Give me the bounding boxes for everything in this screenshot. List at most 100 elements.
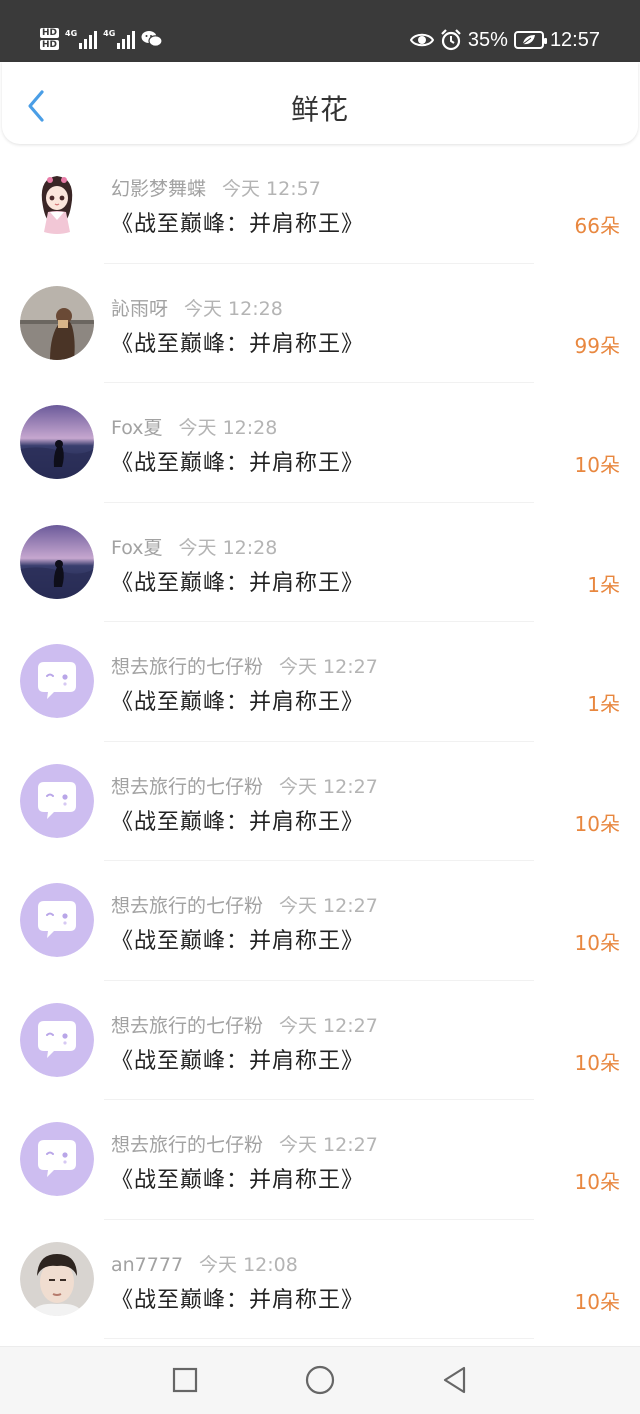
item-meta: 想去旅行的七仔粉 今天 12:27	[111, 772, 378, 799]
item-meta: 幻影梦舞蝶 今天 12:57	[111, 174, 321, 201]
timestamp: 今天 12:28	[178, 536, 278, 559]
item-meta: 想去旅行的七仔粉 今天 12:27	[111, 1130, 378, 1157]
list-item[interactable]: 想去旅行的七仔粉 今天 12:27 《战至巅峰：并肩称王》 10朵	[0, 861, 640, 981]
network-type-2: 4G	[103, 29, 116, 38]
home-circle-icon	[305, 1365, 335, 1395]
avatar-photo-boy	[20, 1241, 94, 1316]
list-item[interactable]: 想去旅行的七仔粉 今天 12:27 《战至巅峰：并肩称王》 10朵	[0, 1100, 640, 1220]
list-item[interactable]: 想去旅行的七仔粉 今天 12:27 《战至巅峰：并肩称王》 1朵	[0, 622, 640, 742]
wechat-icon	[141, 31, 163, 47]
list-item[interactable]: 訫雨呀 今天 12:28 《战至巅峰：并肩称王》 99朵	[0, 264, 640, 383]
item-meta: 訫雨呀 今天 12:28	[111, 294, 283, 321]
list-item[interactable]: Fox夏 今天 12:28 《战至巅峰：并肩称王》 10朵	[0, 383, 640, 503]
status-left: HD HD 4G 4G	[40, 22, 163, 56]
book-title: 《战至巅峰：并肩称王》	[111, 451, 365, 476]
home-button[interactable]	[304, 1364, 336, 1396]
default-avatar-icon	[20, 1122, 94, 1196]
flower-count: 10朵	[574, 1170, 620, 1194]
timestamp: 今天 12:28	[178, 417, 278, 439]
timestamp: 今天 12:57	[222, 178, 321, 200]
timestamp: 今天 12:27	[279, 656, 378, 678]
avatar[interactable]	[20, 166, 94, 240]
list-item[interactable]: 想去旅行的七仔粉 今天 12:27 《战至巅峰：并肩称王》 10朵	[0, 981, 640, 1100]
timestamp: 今天 12:27	[279, 775, 378, 798]
alarm-icon	[441, 29, 461, 51]
page-title: 鲜花	[290, 93, 349, 126]
flower-count: 1朵	[587, 692, 620, 716]
timestamp: 今天 12:27	[279, 1014, 378, 1037]
avatar[interactable]	[20, 524, 94, 599]
item-meta: Fox夏 今天 12:28	[111, 413, 277, 440]
flower-list: 幻影梦舞蝶 今天 12:57 《战至巅峰：并肩称王》 66朵 訫雨呀 今天 12:28 《战…	[0, 144, 640, 1346]
flower-count: 66朵	[574, 214, 620, 238]
hd-icon: HD HD	[40, 28, 60, 50]
timestamp: 今天 12:27	[279, 1134, 378, 1156]
avatar[interactable]	[20, 1241, 94, 1316]
username: 想去旅行的七仔粉	[111, 775, 264, 798]
book-title: 《战至巅峰：并肩称王》	[111, 570, 365, 596]
item-meta: 想去旅行的七仔粉 今天 12:27	[111, 891, 378, 918]
default-avatar-icon	[20, 763, 94, 838]
avatar-photo-sea	[20, 524, 94, 599]
recents-button[interactable]	[170, 1365, 200, 1395]
network-type-1: 4G	[65, 29, 78, 38]
book-title: 《战至巅峰：并肩称王》	[111, 331, 365, 357]
battery-percent: 35%	[467, 28, 508, 51]
recents-square-icon	[172, 1367, 198, 1393]
list-item[interactable]: 幻影梦舞蝶 今天 12:57 《战至巅峰：并肩称王》 66朵	[0, 144, 640, 264]
book-title: 《战至巅峰：并肩称王》	[111, 1048, 365, 1074]
book-title: 《战至巅峰：并肩称王》	[111, 929, 365, 954]
book-title: 《战至巅峰：并肩称王》	[111, 1168, 365, 1193]
header: 鲜花	[2, 62, 638, 144]
eye-icon	[409, 33, 434, 47]
status-right: 35% 12:57	[409, 26, 600, 54]
flower-count: 1朵	[587, 572, 620, 597]
flower-count: 10朵	[574, 453, 620, 477]
avatar[interactable]	[20, 1002, 94, 1077]
username: Fox夏	[111, 417, 163, 439]
list-item[interactable]: Fox夏 今天 12:28 《战至巅峰：并肩称王》 1朵	[0, 503, 640, 622]
flower-count: 10朵	[574, 931, 620, 955]
default-avatar-icon	[20, 883, 94, 957]
avatar[interactable]	[20, 405, 94, 479]
username: 訫雨呀	[111, 297, 169, 320]
list-item[interactable]: an7777 今天 12:08 《战至巅峰：并肩称王》 10朵	[0, 1220, 640, 1339]
avatar-photo-person	[20, 285, 94, 360]
item-meta: 想去旅行的七仔粉 今天 12:27	[111, 652, 378, 679]
avatar[interactable]	[20, 285, 94, 360]
avatar[interactable]	[20, 1122, 94, 1196]
signal-icon-2: 4G	[103, 29, 136, 49]
username: 想去旅行的七仔粉	[111, 895, 264, 917]
avatar[interactable]	[20, 644, 94, 718]
username: an7777	[111, 1253, 184, 1276]
flower-count: 10朵	[574, 1050, 620, 1075]
username: 想去旅行的七仔粉	[111, 656, 264, 678]
book-title: 《战至巅峰：并肩称王》	[111, 690, 365, 715]
item-meta: an7777 今天 12:08	[111, 1250, 298, 1277]
battery-icon	[513, 31, 547, 49]
avatar-anime-girl	[20, 166, 94, 240]
book-title: 《战至巅峰：并肩称王》	[111, 1287, 365, 1313]
list-item[interactable]: 想去旅行的七仔粉 今天 12:27 《战至巅峰：并肩称王》 10朵	[0, 742, 640, 861]
username: 幻影梦舞蝶	[111, 178, 207, 200]
default-avatar-icon	[20, 644, 94, 718]
system-nav-bar	[0, 1346, 640, 1414]
timestamp: 今天 12:28	[184, 297, 283, 320]
hd1-label: HD	[40, 28, 60, 38]
leaf-icon	[522, 35, 535, 45]
timestamp: 今天 12:08	[199, 1253, 298, 1276]
book-title: 《战至巅峰：并肩称王》	[111, 212, 365, 237]
signal-icon: 4G	[65, 29, 98, 49]
username: 想去旅行的七仔粉	[111, 1014, 264, 1037]
item-meta: 想去旅行的七仔粉 今天 12:27	[111, 1011, 378, 1038]
back-nav-button[interactable]	[440, 1365, 470, 1395]
flower-count: 10朵	[574, 811, 620, 836]
status-bar: HD HD 4G 4G 35% 12:57	[0, 0, 640, 62]
book-title: 《战至巅峰：并肩称王》	[111, 809, 365, 835]
item-meta: Fox夏 今天 12:28	[111, 533, 277, 560]
avatar[interactable]	[20, 883, 94, 957]
avatar-photo-sea	[20, 405, 94, 479]
timestamp: 今天 12:27	[279, 895, 378, 917]
divider	[104, 1338, 534, 1339]
avatar[interactable]	[20, 763, 94, 838]
